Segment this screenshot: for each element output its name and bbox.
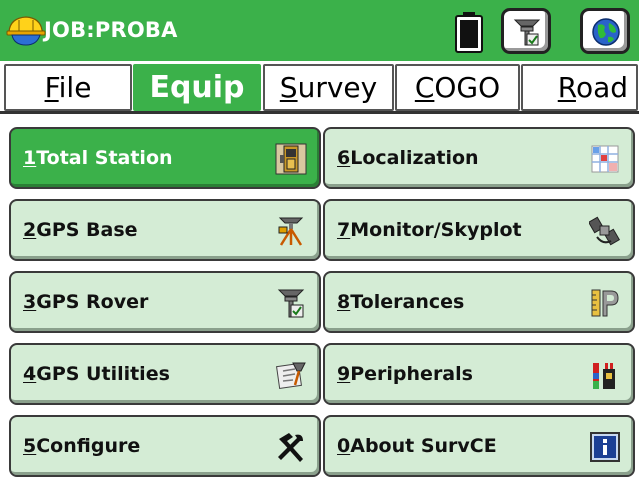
button-label: 3GPS Rover [23, 291, 149, 313]
button-label: 1Total Station [23, 147, 173, 169]
tab-road-label: oad [575, 71, 628, 104]
tab-cogo[interactable]: COGO [395, 64, 520, 111]
tab-road[interactable]: Road [521, 64, 638, 111]
tab-equip-label: Equip [149, 70, 245, 105]
button-label: 6Localization [337, 147, 479, 169]
tab-equip[interactable]: Equip [133, 64, 261, 111]
tab-survey-label: urvey [297, 71, 378, 104]
gps-base-icon [278, 217, 304, 246]
satellite-icon [589, 216, 621, 246]
globe-button[interactable] [580, 8, 630, 54]
button-label: 0About SurvCE [337, 435, 497, 457]
button-label: 4GPS Utilities [23, 363, 170, 385]
tolerances-button[interactable]: 8Tolerances [323, 271, 635, 333]
app-logo-icon [6, 16, 46, 46]
gps-rover-icon [513, 19, 541, 46]
ruler-icon [591, 289, 619, 317]
battery-icon [455, 12, 483, 53]
button-label: 9Peripherals [337, 363, 473, 385]
configure-button[interactable]: 5Configure [9, 415, 321, 477]
tab-file[interactable]: File [4, 64, 132, 111]
job-title: JOB:PROBA [44, 18, 178, 42]
monitor-skyplot-button[interactable]: 7Monitor/Skyplot [323, 199, 635, 261]
equip-menu-panel: 1Total Station 2GPS Base 3GPS Rover 4GPS… [0, 116, 639, 483]
menu-bar: File Equip Survey COGO Road [0, 62, 639, 114]
gps-rover-menu-button[interactable]: 3GPS Rover [9, 271, 321, 333]
gps-utilities-icon [276, 362, 306, 389]
about-survce-button[interactable]: 0About SurvCE [323, 415, 635, 477]
gps-rover-button[interactable] [501, 8, 551, 54]
total-station-button[interactable]: 1Total Station [9, 127, 321, 189]
info-icon [590, 432, 620, 462]
tools-icon [278, 433, 303, 462]
globe-icon [592, 18, 620, 46]
total-station-icon [275, 143, 307, 175]
tab-file-accel: F [44, 71, 59, 104]
tab-file-label: ile [58, 71, 92, 104]
title-bar: JOB:PROBA [0, 0, 639, 61]
tab-cogo-label: OGO [434, 71, 501, 104]
button-label: 2GPS Base [23, 219, 138, 241]
localization-grid-icon [591, 145, 619, 173]
gps-utilities-button[interactable]: 4GPS Utilities [9, 343, 321, 405]
button-label: 7Monitor/Skyplot [337, 219, 522, 241]
button-label: 8Tolerances [337, 291, 465, 313]
peripherals-icon [593, 363, 615, 389]
localization-button[interactable]: 6Localization [323, 127, 635, 189]
tab-road-accel: R [557, 71, 576, 104]
tab-cogo-accel: C [414, 71, 435, 104]
tab-survey[interactable]: Survey [263, 64, 394, 111]
gps-base-button[interactable]: 2GPS Base [9, 199, 321, 261]
button-label: 5Configure [23, 435, 141, 457]
gps-rover-icon [277, 289, 305, 318]
tab-survey-accel: S [279, 71, 298, 104]
peripherals-button[interactable]: 9Peripherals [323, 343, 635, 405]
